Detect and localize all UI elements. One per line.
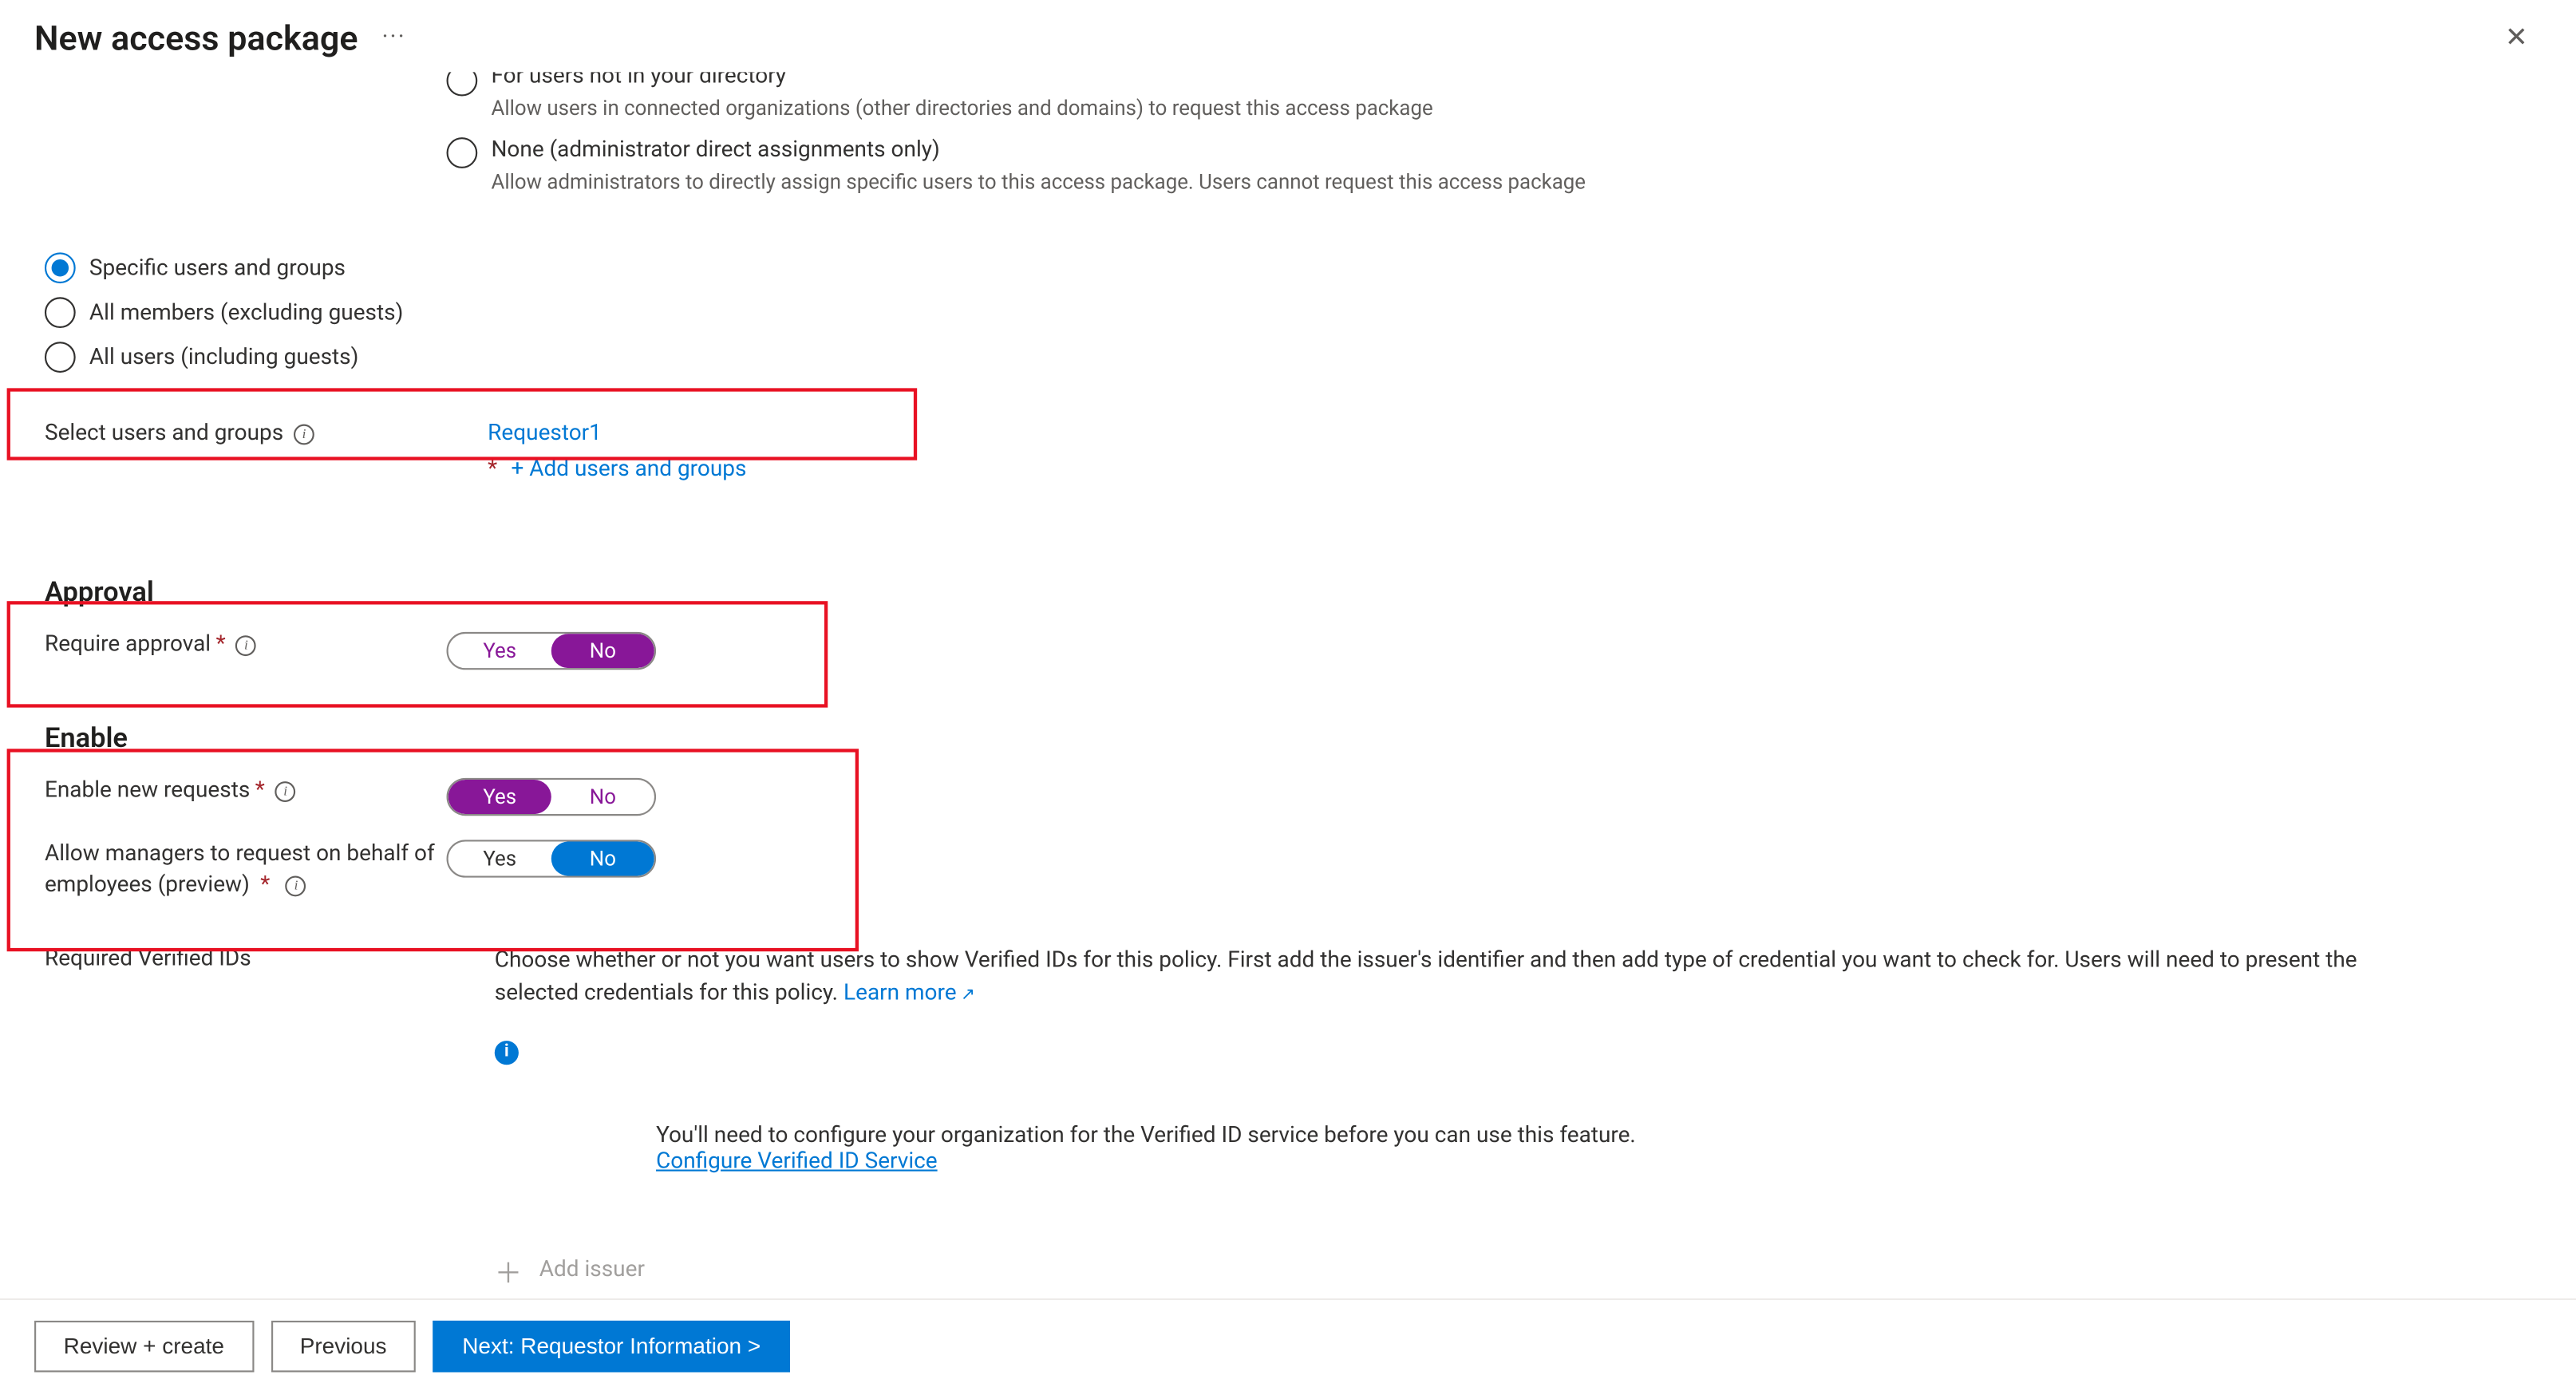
info-icon[interactable]: i [275, 780, 296, 801]
scope-radio-not-in-directory[interactable]: For users not in your directory Allow us… [447, 72, 2518, 120]
page-title: New access package [34, 16, 358, 57]
info-icon[interactable]: i [236, 634, 257, 655]
selected-user-link[interactable]: Requestor1 [488, 421, 602, 446]
user-scope-radio-group: Specific users and groups All members (e… [45, 252, 2518, 373]
close-icon[interactable]: ✕ [2491, 14, 2542, 60]
radio-icon [447, 137, 478, 168]
info-blue-icon[interactable]: i [495, 1041, 519, 1065]
info-icon[interactable]: i [286, 875, 306, 896]
enable-section: Enable Enable new requests * i Yes No Al… [45, 721, 2518, 903]
radio-label: For users not in your directory [491, 72, 1432, 89]
toggle-no[interactable]: No [551, 634, 654, 668]
verified-ids-desc: Choose whether or not you want users to … [495, 947, 2384, 1010]
toggle-yes[interactable]: Yes [448, 780, 551, 814]
toggle-yes[interactable]: Yes [448, 634, 551, 668]
scope-radio-none[interactable]: None (administrator direct assignments o… [447, 137, 2518, 194]
add-issuer-label: Add issuer [539, 1258, 645, 1283]
review-create-button[interactable]: Review + create [34, 1320, 254, 1372]
page-header: New access package ··· ✕ [0, 0, 2576, 77]
select-users-label: Select users and groups i [45, 421, 488, 446]
required-indicator: * [216, 632, 226, 658]
verified-config-msg-block: You'll need to configure your organizati… [656, 1123, 2518, 1175]
add-issuer-row: ＋ Add issuer [495, 1250, 2518, 1291]
scope-radio-all[interactable]: All users (including guests) [45, 342, 2518, 373]
radio-icon [447, 72, 478, 96]
radio-label: All users (including guests) [89, 344, 358, 369]
verified-ids-label: Required Verified IDs [45, 947, 495, 973]
form-content: For users not in your directory Allow us… [0, 72, 2576, 1298]
scope-radio-members[interactable]: All members (excluding guests) [45, 297, 2518, 328]
enable-new-requests-label: Enable new requests * i [45, 778, 447, 804]
radio-label: Specific users and groups [89, 255, 346, 281]
radio-icon [45, 297, 76, 328]
radio-label: None (administrator direct assignments o… [491, 137, 1585, 163]
radio-label: All members (excluding guests) [89, 300, 403, 326]
radio-desc: Allow administrators to directly assign … [491, 170, 1585, 194]
more-actions-icon[interactable]: ··· [382, 23, 406, 50]
approval-heading: Approval [45, 575, 2518, 608]
configure-verified-link[interactable]: Configure Verified ID Service [656, 1148, 2518, 1174]
toggle-no[interactable]: No [551, 841, 654, 875]
allow-managers-label: Allow managers to request on behalf of e… [45, 840, 447, 902]
enable-heading: Enable [45, 721, 2518, 754]
scope-radio-specific[interactable]: Specific users and groups [45, 252, 2518, 283]
required-indicator: * [255, 778, 265, 804]
radio-icon [45, 252, 76, 283]
toggle-no[interactable]: No [551, 780, 654, 814]
plus-icon: ＋ [495, 1250, 522, 1291]
radio-icon [45, 342, 76, 373]
require-approval-toggle[interactable]: Yes No [447, 632, 657, 670]
radio-desc: Allow users in connected organizations (… [491, 97, 1432, 121]
wizard-footer: Review + create Previous Next: Requestor… [0, 1298, 2576, 1391]
require-approval-label: Require approval * i [45, 632, 447, 658]
learn-more-link[interactable]: Learn more [844, 980, 975, 1006]
add-users-link[interactable]: + Add users and groups [511, 456, 746, 482]
verified-config-msg: You'll need to configure your organizati… [656, 1123, 2518, 1148]
required-indicator: * [260, 873, 270, 899]
next-button[interactable]: Next: Requestor Information > [433, 1320, 790, 1372]
allow-managers-toggle[interactable]: Yes No [447, 840, 657, 877]
enable-new-requests-toggle[interactable]: Yes No [447, 778, 657, 816]
required-indicator: * [488, 456, 497, 482]
approval-section: Approval Require approval * i Yes No [45, 575, 2518, 670]
previous-button[interactable]: Previous [271, 1320, 416, 1372]
select-users-row: Select users and groups i Requestor1 [45, 421, 2518, 446]
add-users-row: * + Add users and groups [488, 456, 2518, 482]
toggle-yes[interactable]: Yes [448, 841, 551, 875]
verified-ids-row: Required Verified IDs Choose whether or … [45, 947, 2518, 1291]
info-icon[interactable]: i [294, 423, 314, 444]
